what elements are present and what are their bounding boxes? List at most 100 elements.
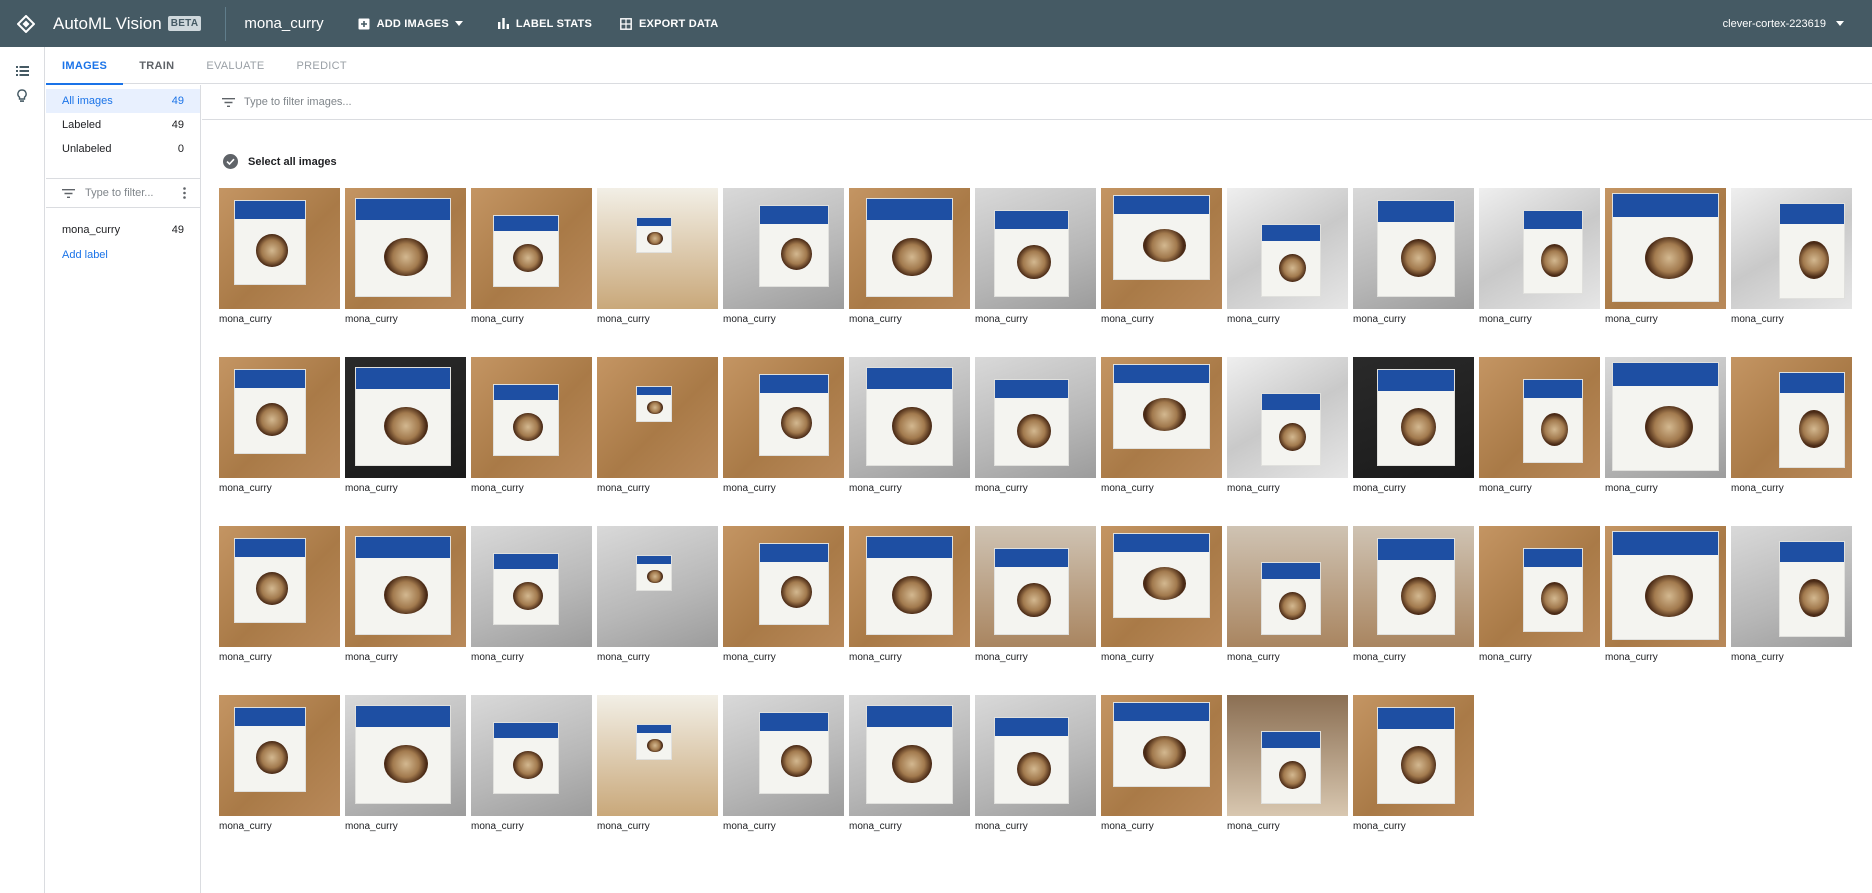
image-tile[interactable]: mona_curry: [1479, 188, 1600, 327]
image-thumbnail[interactable]: [1731, 357, 1852, 478]
image-thumbnail[interactable]: [1227, 357, 1348, 478]
image-tile[interactable]: mona_curry: [1605, 188, 1726, 327]
image-filter-input[interactable]: Type to filter images...: [202, 85, 1872, 120]
image-tile[interactable]: mona_curry: [975, 526, 1096, 665]
image-thumbnail[interactable]: [1227, 695, 1348, 816]
image-tile[interactable]: mona_curry: [849, 188, 970, 327]
tab-train[interactable]: TRAIN: [123, 47, 190, 84]
label-filter-input[interactable]: Type to filter...: [46, 178, 200, 208]
image-tile[interactable]: mona_curry: [1731, 526, 1852, 665]
image-tile[interactable]: mona_curry: [471, 695, 592, 834]
project-selector[interactable]: clever-cortex-223619: [1723, 0, 1844, 47]
image-thumbnail[interactable]: [471, 357, 592, 478]
image-tile[interactable]: mona_curry: [1227, 695, 1348, 834]
image-tile[interactable]: mona_curry: [345, 357, 466, 496]
image-tile[interactable]: mona_curry: [1731, 188, 1852, 327]
image-tile[interactable]: mona_curry: [723, 695, 844, 834]
image-thumbnail[interactable]: [1101, 188, 1222, 309]
image-thumbnail[interactable]: [345, 188, 466, 309]
image-thumbnail[interactable]: [1101, 526, 1222, 647]
image-thumbnail[interactable]: [597, 526, 718, 647]
image-thumbnail[interactable]: [975, 526, 1096, 647]
image-tile[interactable]: mona_curry: [471, 188, 592, 327]
image-tile[interactable]: mona_curry: [1101, 526, 1222, 665]
image-thumbnail[interactable]: [1353, 695, 1474, 816]
image-thumbnail[interactable]: [219, 526, 340, 647]
image-thumbnail[interactable]: [219, 188, 340, 309]
image-thumbnail[interactable]: [1227, 188, 1348, 309]
image-tile[interactable]: mona_curry: [975, 188, 1096, 327]
image-tile[interactable]: mona_curry: [597, 526, 718, 665]
image-thumbnail[interactable]: [219, 695, 340, 816]
image-tile[interactable]: mona_curry: [345, 526, 466, 665]
image-thumbnail[interactable]: [849, 695, 970, 816]
image-tile[interactable]: mona_curry: [219, 526, 340, 665]
image-tile[interactable]: mona_curry: [1101, 695, 1222, 834]
image-thumbnail[interactable]: [1605, 188, 1726, 309]
image-tile[interactable]: mona_curry: [1605, 357, 1726, 496]
image-thumbnail[interactable]: [471, 695, 592, 816]
lightbulb-icon[interactable]: [12, 86, 32, 106]
image-thumbnail[interactable]: [723, 526, 844, 647]
image-thumbnail[interactable]: [1479, 188, 1600, 309]
image-tile[interactable]: mona_curry: [975, 357, 1096, 496]
image-thumbnail[interactable]: [975, 357, 1096, 478]
image-tile[interactable]: mona_curry: [219, 357, 340, 496]
tab-images[interactable]: IMAGES: [46, 47, 124, 85]
image-thumbnail[interactable]: [723, 357, 844, 478]
image-thumbnail[interactable]: [849, 357, 970, 478]
image-thumbnail[interactable]: [1479, 357, 1600, 478]
image-tile[interactable]: mona_curry: [219, 695, 340, 834]
label-item-mona-curry[interactable]: mona_curry 49: [46, 218, 200, 242]
image-tile[interactable]: mona_curry: [723, 188, 844, 327]
image-thumbnail[interactable]: [723, 695, 844, 816]
add-label-link[interactable]: Add label: [46, 244, 200, 266]
image-thumbnail[interactable]: [471, 526, 592, 647]
image-thumbnail[interactable]: [219, 357, 340, 478]
image-tile[interactable]: mona_curry: [849, 526, 970, 665]
image-thumbnail[interactable]: [1479, 526, 1600, 647]
filter-all-images[interactable]: All images 49: [46, 89, 200, 113]
image-thumbnail[interactable]: [345, 357, 466, 478]
image-thumbnail[interactable]: [849, 188, 970, 309]
image-thumbnail[interactable]: [471, 188, 592, 309]
image-thumbnail[interactable]: [1353, 188, 1474, 309]
image-tile[interactable]: mona_curry: [1353, 526, 1474, 665]
export-data-button[interactable]: EXPORT DATA: [620, 18, 718, 30]
label-stats-button[interactable]: LABEL STATS: [497, 18, 592, 30]
image-thumbnail[interactable]: [1731, 188, 1852, 309]
image-tile[interactable]: mona_curry: [345, 188, 466, 327]
image-thumbnail[interactable]: [597, 188, 718, 309]
image-thumbnail[interactable]: [345, 526, 466, 647]
image-tile[interactable]: mona_curry: [345, 695, 466, 834]
image-thumbnail[interactable]: [1227, 526, 1348, 647]
image-thumbnail[interactable]: [1605, 357, 1726, 478]
more-vert-icon[interactable]: [183, 187, 186, 199]
image-tile[interactable]: mona_curry: [1227, 357, 1348, 496]
image-tile[interactable]: mona_curry: [723, 357, 844, 496]
image-thumbnail[interactable]: [1101, 357, 1222, 478]
image-tile[interactable]: mona_curry: [849, 695, 970, 834]
image-thumbnail[interactable]: [1731, 526, 1852, 647]
image-tile[interactable]: mona_curry: [1101, 188, 1222, 327]
image-thumbnail[interactable]: [723, 188, 844, 309]
image-tile[interactable]: mona_curry: [471, 357, 592, 496]
tab-evaluate[interactable]: EVALUATE: [190, 47, 280, 84]
image-thumbnail[interactable]: [849, 526, 970, 647]
image-tile[interactable]: mona_curry: [597, 188, 718, 327]
image-tile[interactable]: mona_curry: [1101, 357, 1222, 496]
image-thumbnail[interactable]: [975, 188, 1096, 309]
image-tile[interactable]: mona_curry: [1731, 357, 1852, 496]
image-tile[interactable]: mona_curry: [1479, 526, 1600, 665]
list-view-icon[interactable]: [12, 61, 32, 81]
image-tile[interactable]: mona_curry: [471, 526, 592, 665]
image-tile[interactable]: mona_curry: [723, 526, 844, 665]
image-thumbnail[interactable]: [1353, 357, 1474, 478]
image-thumbnail[interactable]: [1101, 695, 1222, 816]
image-tile[interactable]: mona_curry: [1353, 357, 1474, 496]
image-tile[interactable]: mona_curry: [849, 357, 970, 496]
automl-logo-icon[interactable]: [0, 0, 52, 47]
image-thumbnail[interactable]: [345, 695, 466, 816]
filter-labeled[interactable]: Labeled 49: [46, 113, 200, 137]
image-thumbnail[interactable]: [1353, 526, 1474, 647]
